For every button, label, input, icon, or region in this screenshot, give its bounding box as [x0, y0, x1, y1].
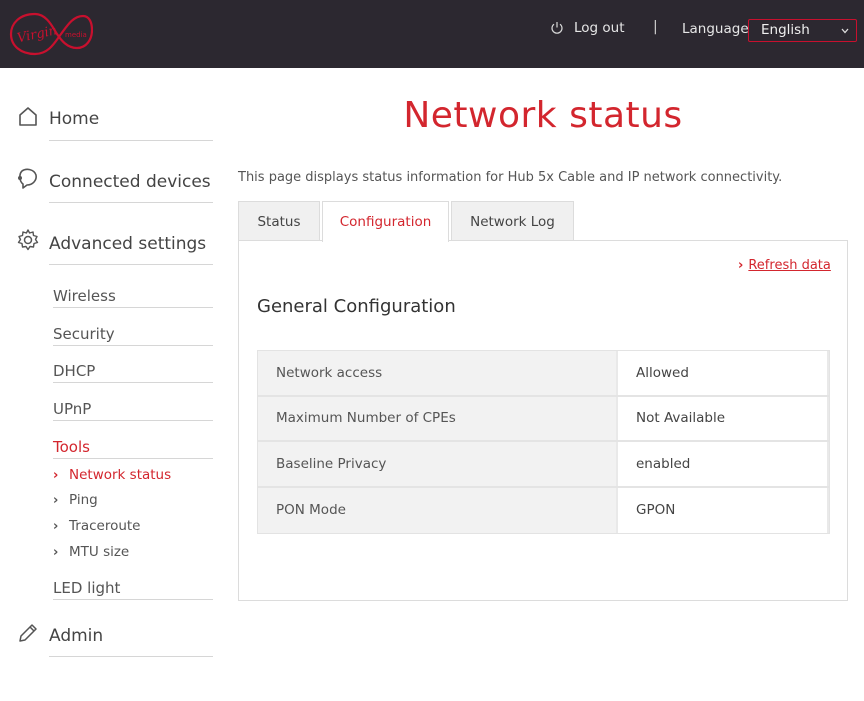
language-select[interactable]: English [748, 19, 857, 42]
refresh-data-label: Refresh data [748, 258, 831, 273]
top-bar: Virgin media Log out | Language English [0, 0, 864, 68]
sidebar-item-advanced-settings[interactable]: Advanced settings [16, 228, 214, 268]
sidebar-sub-label: Security [53, 325, 115, 343]
svg-text:Virgin: Virgin [16, 23, 59, 46]
chevron-right-icon: › [53, 518, 59, 534]
divider [53, 382, 213, 383]
divider [49, 140, 213, 141]
tab-network-log[interactable]: Network Log [451, 201, 574, 241]
row-key: Maximum Number of CPEs [258, 396, 616, 440]
sidebar-item-connected-devices[interactable]: Connected devices [16, 166, 214, 206]
header-separator: | [653, 19, 658, 35]
tab-configuration[interactable]: Configuration [322, 201, 449, 242]
sidebar-item-label: Admin [49, 626, 104, 646]
chevron-right-icon: › [53, 544, 59, 560]
chevron-right-icon: › [53, 467, 59, 483]
divider [53, 345, 213, 346]
language-label: Language [682, 21, 749, 37]
svg-text:media: media [65, 31, 87, 39]
sidebar-item-label: Home [49, 109, 100, 129]
divider [49, 656, 213, 657]
row-key: Baseline Privacy [258, 442, 616, 486]
sidebar-sub-label: DHCP [53, 362, 96, 380]
logout-button[interactable]: Log out [550, 20, 625, 36]
sidebar-item-label: Connected devices [49, 172, 211, 192]
tab-status[interactable]: Status [238, 201, 320, 241]
sidebar-item-network-status[interactable]: › Network status [53, 467, 171, 483]
chevron-down-icon [841, 28, 849, 34]
virgin-media-logo[interactable]: Virgin media [9, 8, 94, 64]
row-value: Allowed [618, 351, 827, 395]
sidebar-item-tools[interactable]: Tools [53, 438, 213, 459]
page-title: Network status [403, 95, 683, 136]
sidebar-item-upnp[interactable]: UPnP [53, 400, 213, 421]
divider [53, 458, 213, 459]
section-title: General Configuration [257, 296, 456, 317]
language-value: English [761, 22, 810, 38]
power-icon [551, 22, 563, 34]
gear-icon [17, 229, 39, 251]
sidebar-leaf-label: Ping [69, 492, 98, 508]
divider [53, 420, 213, 421]
sidebar-sub-label: LED light [53, 579, 121, 597]
sidebar-item-mtu-size[interactable]: › MTU size [53, 544, 129, 560]
logout-label: Log out [574, 20, 625, 36]
row-value: GPON [618, 487, 827, 533]
sidebar-sub-label: Wireless [53, 287, 116, 305]
table-row: Maximum Number of CPEs Not Available [258, 396, 829, 442]
sidebar-item-dhcp[interactable]: DHCP [53, 362, 213, 383]
sidebar-item-ping[interactable]: › Ping [53, 492, 98, 508]
row-key: Network access [258, 351, 616, 395]
row-key: PON Mode [258, 487, 616, 533]
devices-icon [18, 168, 37, 189]
sidebar-sub-label: Tools [53, 438, 90, 456]
table-row: PON Mode GPON [258, 487, 829, 533]
divider [53, 599, 213, 600]
pencil-icon [19, 624, 37, 642]
divider [53, 307, 213, 308]
sidebar-item-admin[interactable]: Admin [16, 621, 214, 661]
row-value: enabled [618, 442, 827, 486]
home-icon [19, 107, 37, 126]
chevron-right-icon: › [53, 492, 59, 508]
sidebar-item-wireless[interactable]: Wireless [53, 287, 213, 308]
divider [49, 264, 213, 265]
sidebar-item-label: Advanced settings [49, 234, 207, 254]
sidebar-leaf-label: Traceroute [69, 518, 141, 534]
table-row: Baseline Privacy enabled [258, 442, 829, 488]
refresh-data-link[interactable]: › Refresh data [738, 258, 831, 273]
configuration-table: Network access Allowed Maximum Number of… [257, 350, 830, 534]
sidebar-sub-label: UPnP [53, 400, 92, 418]
row-value: Not Available [618, 396, 827, 440]
divider [49, 202, 213, 203]
sidebar-item-traceroute[interactable]: › Traceroute [53, 518, 140, 534]
sidebar-item-led-light[interactable]: LED light [53, 579, 213, 600]
sidebar-leaf-label: MTU size [69, 544, 130, 560]
table-row: Network access Allowed [258, 351, 829, 397]
sidebar-item-security[interactable]: Security [53, 325, 213, 346]
page-description: This page displays status information fo… [238, 170, 783, 185]
sidebar-leaf-label: Network status [69, 467, 172, 483]
sidebar-item-home[interactable]: Home [16, 104, 214, 144]
chevron-right-icon: › [738, 258, 744, 273]
